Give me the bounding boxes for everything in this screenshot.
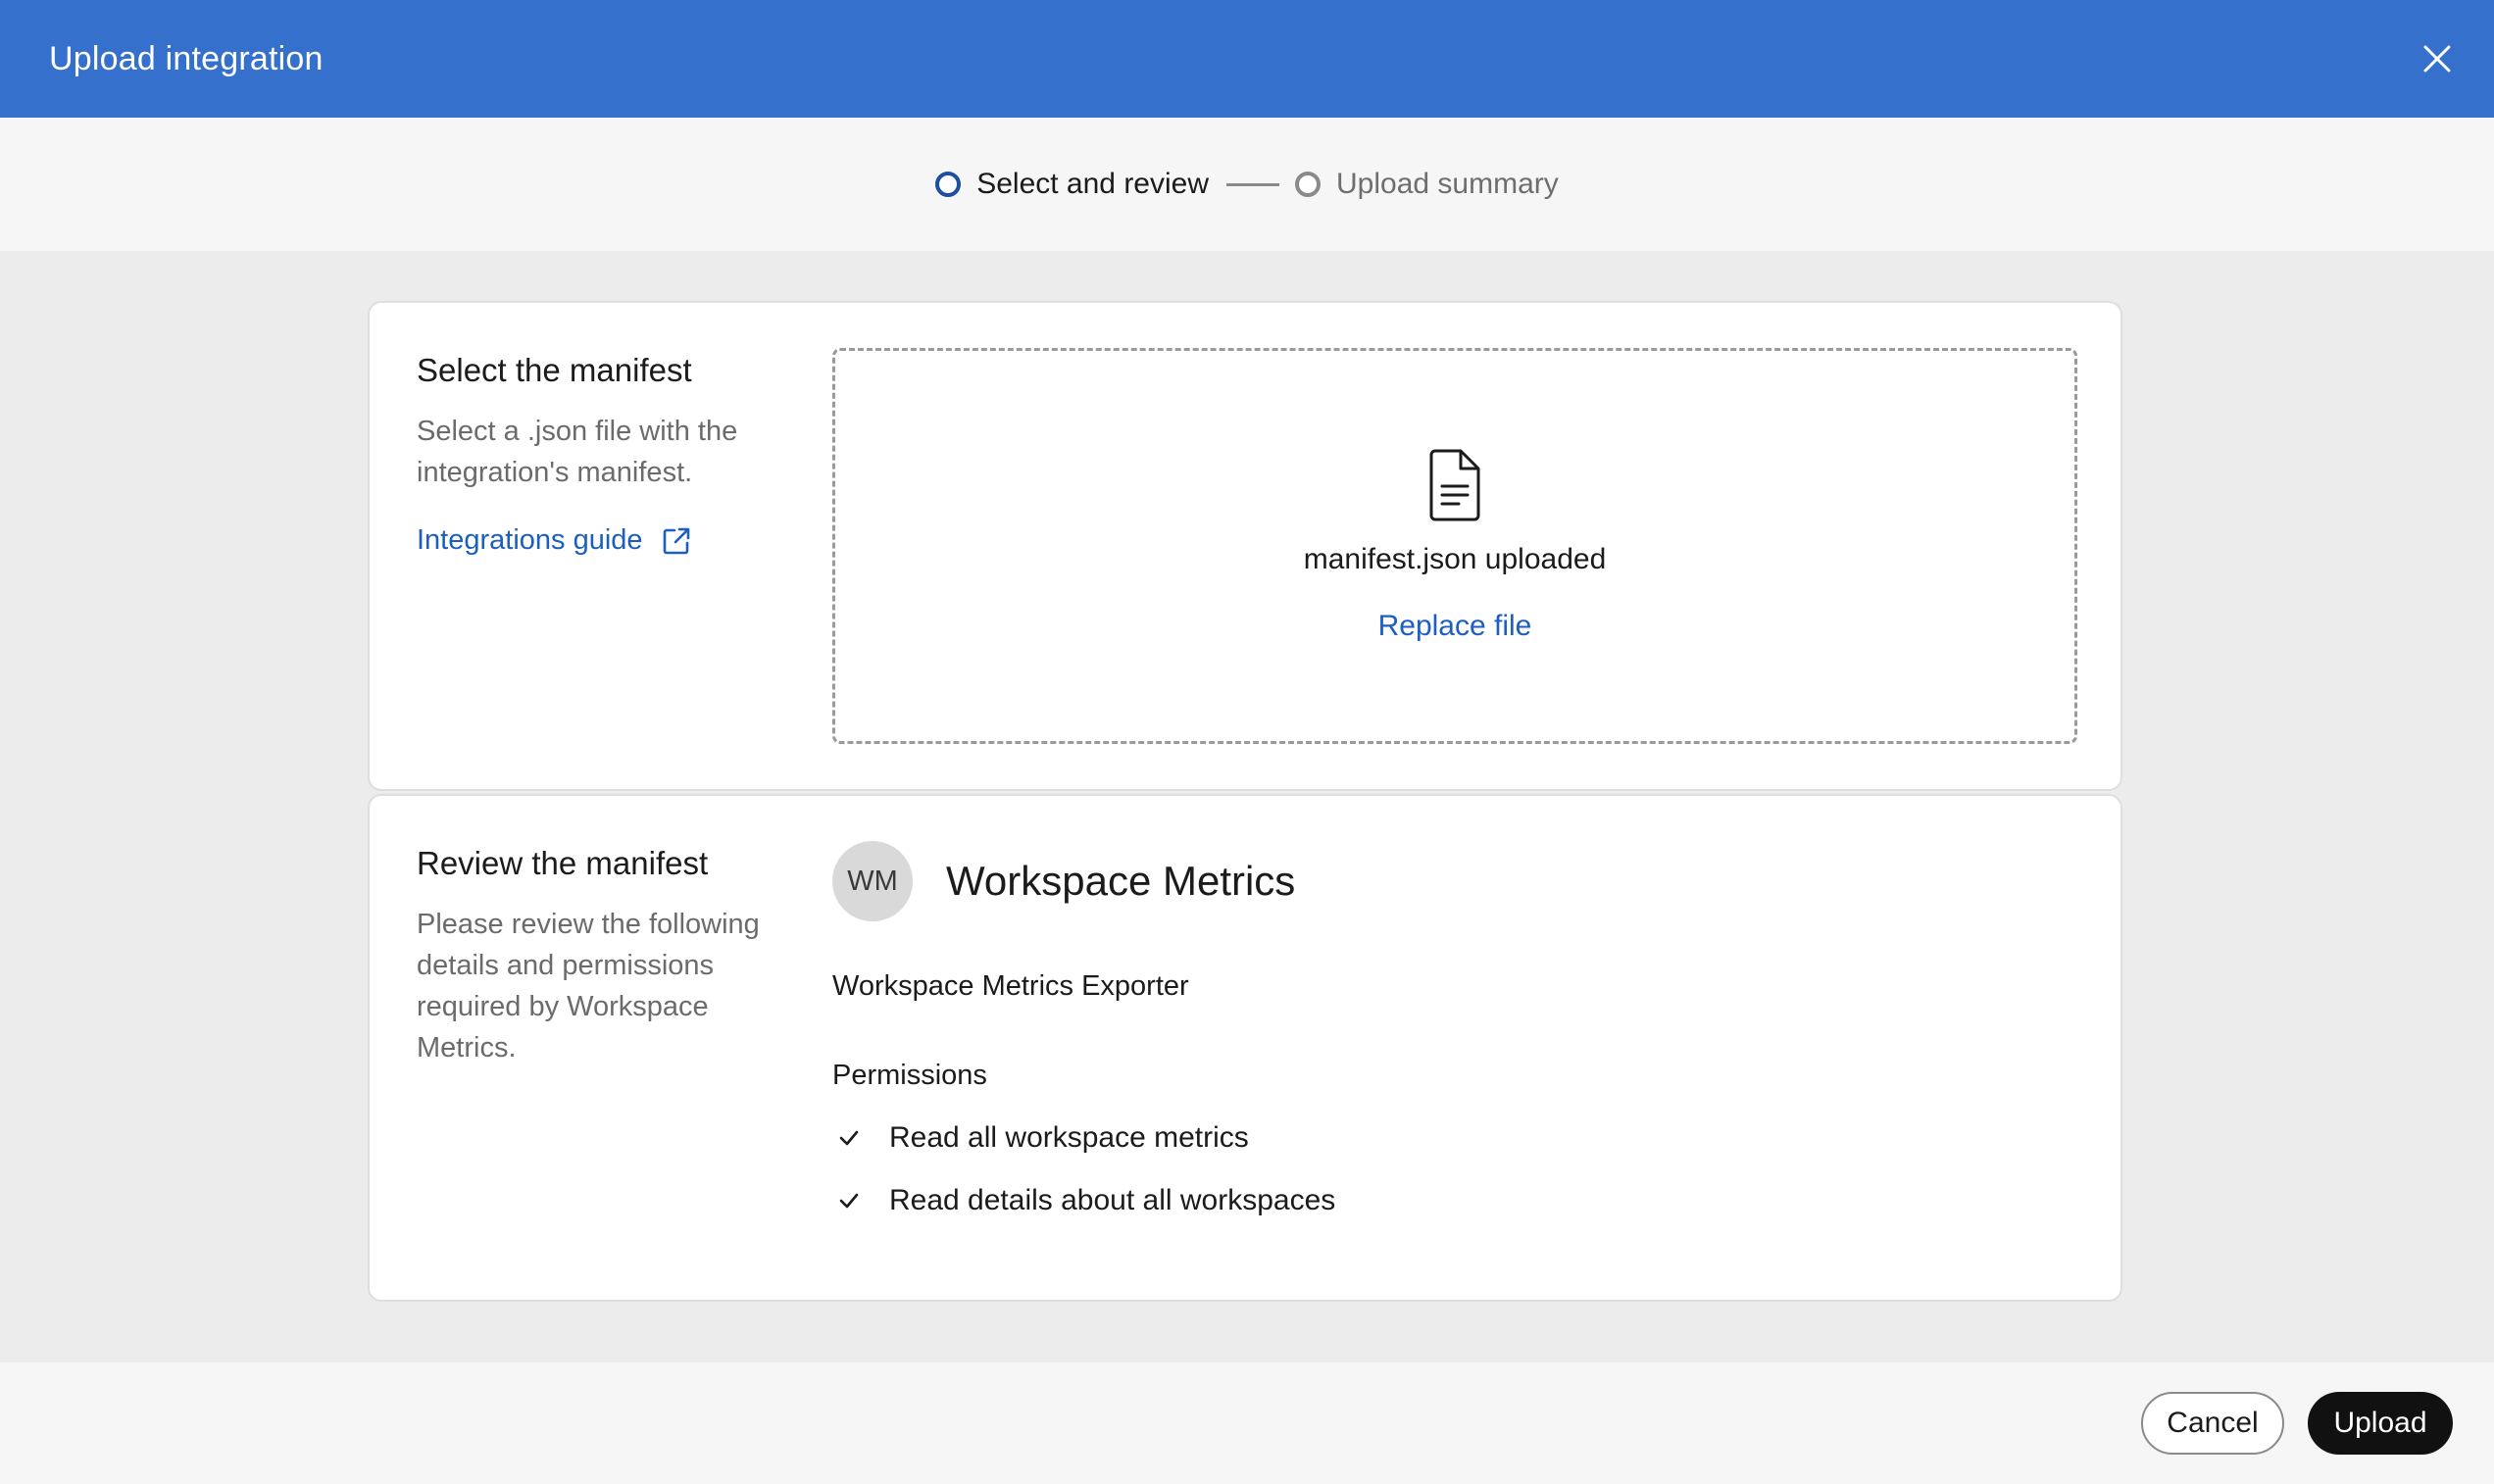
integrations-guide-label: Integrations guide [417,524,643,556]
review-manifest-info: Review the manifest Please review the fo… [417,845,789,1068]
review-manifest-heading: Review the manifest [417,845,709,881]
file-dropzone[interactable]: manifest.json uploaded Replace file [832,348,2077,744]
select-manifest-description: Select a .json file with the integration… [417,416,738,488]
step-upload-summary: Upload summary [1295,168,1559,201]
close-icon [2423,45,2451,73]
manifest-details: WM Workspace Metrics Workspace Metrics E… [832,841,2009,1217]
app-name: Workspace Metrics [946,858,1296,904]
permission-label: Read details about all workspaces [889,1184,1336,1216]
step-label: Select and review [976,168,1210,200]
permission-item: Read details about all workspaces [832,1184,2009,1217]
select-manifest-heading: Select the manifest [417,352,692,388]
close-button[interactable] [2414,35,2461,82]
step-inactive-indicator-icon [1295,172,1322,197]
select-manifest-info: Select the manifest Select a .json file … [417,352,789,557]
check-icon [839,1130,859,1146]
upload-button[interactable]: Upload [2308,1392,2453,1455]
review-manifest-card: Review the manifest Please review the fo… [368,794,2122,1302]
step-connector [1226,182,1280,186]
avatar: WM [832,841,913,921]
permission-item: Read all workspace metrics [832,1121,2009,1155]
dialog-title: Upload integration [49,39,324,77]
replace-file-link[interactable]: Replace file [1378,610,1532,643]
permissions-title: Permissions [832,1060,987,1091]
select-manifest-card: Select the manifest Select a .json file … [368,301,2122,791]
app-description: Workspace Metrics Exporter [832,970,1189,1002]
check-icon [839,1193,859,1209]
dialog-content: Select the manifest Select a .json file … [0,251,2494,1362]
step-select-and-review: Select and review [935,168,1209,201]
dialog-header: Upload integration [0,0,2494,118]
cancel-button[interactable]: Cancel [2141,1392,2284,1455]
review-manifest-description: Please review the following details and … [417,909,760,1064]
file-icon [1429,449,1480,521]
external-link-icon [663,527,689,554]
integrations-guide-link[interactable]: Integrations guide [417,524,692,557]
stepper: Select and review Upload summary [0,118,2494,251]
step-label: Upload summary [1336,168,1559,200]
step-active-indicator-icon [935,172,962,197]
upload-status-text: manifest.json uploaded [1303,543,1607,575]
app-header: WM Workspace Metrics [832,841,2009,921]
permission-label: Read all workspace metrics [889,1121,1249,1154]
dialog-footer: Cancel Upload [0,1362,2494,1484]
